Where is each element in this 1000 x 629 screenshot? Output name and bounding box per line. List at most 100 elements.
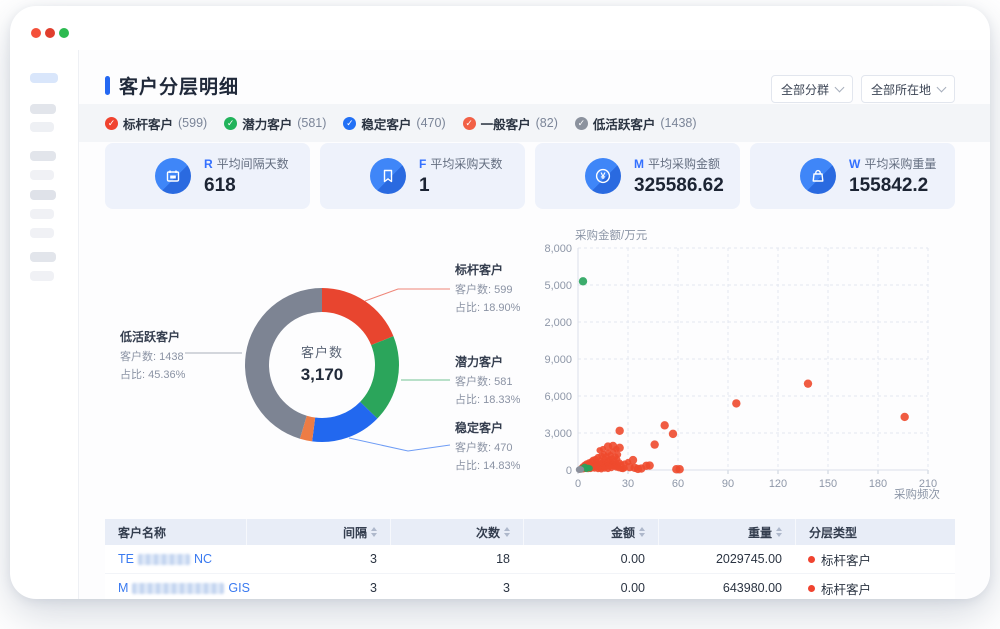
scatter-chart: 03,0006,0009,00012,00015,00018,000030609… — [545, 225, 970, 510]
location-filter-dropdown[interactable]: 全部所在地 — [861, 75, 955, 103]
svg-text:18,000: 18,000 — [545, 243, 572, 255]
customer-name-cell: TENC — [105, 545, 246, 573]
col-layer-type: 分层类型 — [795, 519, 955, 545]
layer-type-cell: 标杆客户 — [795, 574, 955, 599]
sidebar-item-skeleton-0[interactable] — [30, 73, 58, 83]
col-amount-sort[interactable]: 金额 — [523, 519, 658, 545]
legend-row: ✓标杆客户(599)✓潜力客户(581)✓稳定客户(470)✓一般客户(82)✓… — [105, 104, 697, 142]
svg-text:12,000: 12,000 — [545, 317, 572, 329]
amount-cell: 0.00 — [523, 574, 658, 599]
stat-value: 618 — [204, 175, 289, 197]
stat-card-f: F平均采购天数1 — [320, 143, 525, 209]
col-times-sort[interactable]: 次数 — [390, 519, 523, 545]
customer-name-link[interactable]: TENC — [118, 552, 212, 566]
svg-text:120: 120 — [769, 478, 787, 490]
scatter-x-axis-title: 采购频次 — [860, 486, 940, 502]
sidebar-item-skeleton-1[interactable] — [30, 104, 56, 114]
col-weight-sort[interactable]: 重量 — [658, 519, 795, 545]
table-body: TENC3180.002029745.00标杆客户MGIS330.0064398… — [105, 545, 955, 599]
svg-text:3,000: 3,000 — [545, 428, 572, 440]
sort-icon — [371, 527, 377, 537]
check-circle-icon: ✓ — [224, 117, 237, 130]
svg-text:9,000: 9,000 — [545, 354, 572, 366]
scatter-series-低活跃客户 — [576, 466, 584, 473]
stat-value: 1 — [419, 175, 502, 197]
svg-text:¥: ¥ — [600, 171, 605, 181]
donut-callout-lowactive: 低活跃客户 客户数: 1438 占比: 45.36% — [120, 328, 185, 382]
type-dot-icon — [808, 585, 815, 592]
sort-icon — [776, 527, 782, 537]
sidebar-item-skeleton-3[interactable] — [30, 151, 56, 161]
svg-text:0: 0 — [566, 465, 572, 477]
group-filter-label: 全部分群 — [781, 81, 829, 98]
sidebar-item-skeleton-6[interactable] — [30, 209, 54, 219]
stat-letter: R — [204, 157, 213, 171]
check-circle-icon: ✓ — [463, 117, 476, 130]
sidebar-item-skeleton-9[interactable] — [30, 271, 54, 281]
sort-icon — [504, 527, 510, 537]
donut-callout-benchmark: 标杆客户 客户数: 599 占比: 18.90% — [455, 261, 520, 315]
legend-band: ✓标杆客户(599)✓潜力客户(581)✓稳定客户(470)✓一般客户(82)✓… — [79, 104, 990, 142]
stat-letter: W — [849, 157, 860, 171]
interval-cell: 3 — [246, 545, 390, 573]
bookmark-icon — [370, 158, 406, 194]
svg-text:60: 60 — [672, 478, 684, 490]
legend-item[interactable]: ✓标杆客户(599) — [105, 114, 207, 133]
stat-label: 平均采购重量 — [864, 155, 936, 172]
svg-text:150: 150 — [819, 478, 837, 490]
stat-letter: M — [634, 157, 644, 171]
close-button[interactable] — [31, 28, 41, 38]
table-row: TENC 3180.002029745.00标杆客户 — [105, 545, 955, 574]
chevron-down-icon — [835, 83, 845, 93]
scatter-series-潜力客户 — [578, 277, 593, 472]
customer-name-cell: MGIS — [105, 574, 246, 599]
stat-cards: R平均间隔天数618F平均采购天数1¥M平均采购金额325586.62W平均采购… — [105, 143, 955, 209]
chevron-down-icon — [937, 83, 947, 93]
traffic-lights — [31, 28, 69, 38]
title-accent-bar — [105, 76, 110, 95]
svg-text:30: 30 — [622, 478, 634, 490]
svg-text:6,000: 6,000 — [545, 391, 572, 403]
stat-card-w: W 平均采购重量 155842.2 — [750, 143, 955, 209]
sidebar-item-skeleton-4[interactable] — [30, 170, 54, 180]
legend-item[interactable]: ✓低活跃客户(1438) — [575, 114, 697, 133]
customer-name-link[interactable]: MGIS — [118, 581, 250, 595]
stat-label: 平均采购金额 — [648, 155, 720, 172]
maximize-button[interactable] — [59, 28, 69, 38]
donut-callout-stable: 稳定客户 客户数: 470 占比: 14.83% — [455, 419, 520, 473]
stat-letter: F — [419, 157, 426, 171]
sort-icon — [639, 527, 645, 537]
check-circle-icon: ✓ — [343, 117, 356, 130]
svg-text:15,000: 15,000 — [545, 280, 572, 292]
donut-callout-potential: 潜力客户 客户数: 581 占比: 18.33% — [455, 353, 520, 407]
times-cell: 18 — [390, 545, 523, 573]
group-filter-dropdown[interactable]: 全部分群 — [771, 75, 853, 103]
sidebar-item-skeleton-5[interactable] — [30, 190, 56, 200]
location-filter-label: 全部所在地 — [871, 81, 931, 98]
layer-type-cell: 标杆客户 — [795, 545, 955, 573]
table-row: MGIS330.00643980.00标杆客户 — [105, 574, 955, 599]
weight-cell: 2029745.00 — [658, 545, 795, 573]
check-circle-icon: ✓ — [575, 117, 588, 130]
legend-item[interactable]: ✓稳定客户(470) — [343, 114, 445, 133]
weight-cell: 643980.00 — [658, 574, 795, 599]
redacted-text — [132, 583, 224, 594]
sidebar-item-skeleton-7[interactable] — [30, 228, 54, 238]
legend-item[interactable]: ✓潜力客户(581) — [224, 114, 326, 133]
donut-callout-line — [365, 289, 450, 301]
col-customer-name: 客户名称 — [105, 519, 246, 545]
amount-cell: 0.00 — [523, 545, 658, 573]
customer-table: 客户名称 间隔 次数 金额 重量 — [105, 519, 955, 599]
check-circle-icon: ✓ — [105, 117, 118, 130]
stat-value: 155842.2 — [849, 175, 936, 197]
col-interval-sort[interactable]: 间隔 — [246, 519, 390, 545]
shopping-bag-icon — [800, 158, 836, 194]
times-cell: 3 — [390, 574, 523, 599]
type-dot-icon — [808, 556, 815, 563]
sidebar-item-skeleton-2[interactable] — [30, 122, 54, 132]
interval-cell: 3 — [246, 574, 390, 599]
legend-item[interactable]: ✓一般客户(82) — [463, 114, 558, 133]
sidebar-item-skeleton-8[interactable] — [30, 252, 56, 262]
minimize-button[interactable] — [45, 28, 55, 38]
donut-segment-0[interactable] — [322, 288, 393, 345]
